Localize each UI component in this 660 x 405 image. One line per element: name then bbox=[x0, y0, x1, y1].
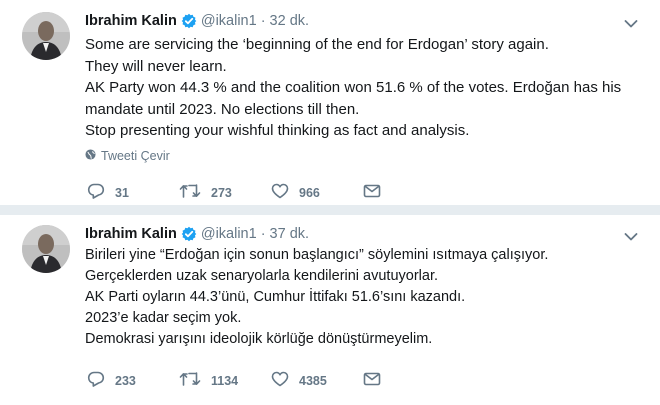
separator: · bbox=[260, 13, 266, 29]
tweet-line: Gerçeklerden uzak senaryolarla kendileri… bbox=[85, 268, 439, 284]
direct-message-icon bbox=[363, 372, 391, 389]
verified-badge-icon bbox=[181, 226, 197, 242]
tweet-actions: 31 273 966 bbox=[87, 183, 455, 202]
timestamp[interactable]: 37 dk. bbox=[270, 226, 310, 242]
reply-button[interactable]: 233 bbox=[87, 371, 179, 390]
tweet[interactable]: Ibrahim Kalin @ikalin1 · 32 dk. Some are… bbox=[0, 0, 660, 206]
separator: · bbox=[260, 226, 266, 242]
tweet-line: mandate until 2023. No elections till th… bbox=[85, 100, 360, 118]
tweet-line: AK Parti oyların 44.3’ünü, Cumhur İttifa… bbox=[85, 289, 466, 305]
retweet-icon bbox=[179, 371, 211, 390]
retweet-count: 1134 bbox=[211, 373, 239, 388]
like-button[interactable]: 4385 bbox=[271, 371, 363, 390]
like-icon bbox=[271, 371, 299, 390]
like-count: 4385 bbox=[299, 373, 327, 388]
tweet-line: 2023’e kadar seçim yok. bbox=[85, 310, 242, 326]
avatar[interactable] bbox=[22, 225, 70, 273]
timeline-divider bbox=[0, 205, 660, 214]
reply-count: 233 bbox=[115, 373, 136, 388]
avatar[interactable] bbox=[22, 12, 70, 60]
reply-icon bbox=[87, 183, 115, 202]
direct-message-button[interactable] bbox=[363, 184, 455, 201]
tweet-header: Ibrahim Kalin @ikalin1 · 37 dk. bbox=[85, 224, 309, 244]
retweet-icon bbox=[179, 183, 211, 202]
tweet-line: Some are servicing the ‘beginning of the… bbox=[85, 36, 549, 53]
retweet-button[interactable]: 273 bbox=[179, 183, 271, 202]
direct-message-button[interactable] bbox=[363, 372, 455, 389]
direct-message-icon bbox=[363, 184, 391, 201]
translate-tweet-link[interactable]: Tweeti Çevir bbox=[85, 149, 170, 163]
chevron-down-icon[interactable] bbox=[624, 229, 638, 241]
tweet[interactable]: Ibrahim Kalin @ikalin1 · 37 dk. Birileri… bbox=[0, 214, 660, 405]
like-icon bbox=[271, 183, 299, 202]
retweet-button[interactable]: 1134 bbox=[179, 371, 271, 390]
tweet-text: Some are servicing the ‘beginning of the… bbox=[85, 34, 640, 142]
verified-badge-icon bbox=[181, 13, 197, 29]
tweet-line: Stop presenting your wishful thinking as… bbox=[85, 122, 470, 139]
tweet-line: They will never learn. bbox=[85, 57, 227, 75]
author-handle[interactable]: @ikalin1 bbox=[201, 226, 257, 242]
author-name[interactable]: Ibrahim Kalin bbox=[85, 226, 177, 242]
tweet-line: AK Party won 44.3 % and the coalition wo… bbox=[85, 79, 622, 96]
translate-label: Tweeti Çevir bbox=[101, 149, 170, 163]
reply-count: 31 bbox=[115, 185, 129, 200]
tweet-line: Demokrasi yarışını ideolojik körlüğe dön… bbox=[85, 331, 433, 347]
chevron-down-icon[interactable] bbox=[624, 16, 638, 28]
tweet-actions: 233 1134 4385 bbox=[87, 371, 455, 390]
retweet-count: 273 bbox=[211, 185, 232, 200]
reply-button[interactable]: 31 bbox=[87, 183, 179, 202]
author-handle[interactable]: @ikalin1 bbox=[201, 13, 257, 29]
globe-icon bbox=[85, 149, 96, 163]
like-button[interactable]: 966 bbox=[271, 183, 363, 202]
author-name[interactable]: Ibrahim Kalin bbox=[85, 13, 177, 29]
tweet-line: Birileri yine “Erdoğan için sonun başlan… bbox=[85, 247, 549, 263]
tweet-text: Birileri yine “Erdoğan için sonun başlan… bbox=[85, 245, 640, 350]
like-count: 966 bbox=[299, 185, 320, 200]
timestamp[interactable]: 32 dk. bbox=[270, 13, 310, 29]
tweet-header: Ibrahim Kalin @ikalin1 · 32 dk. bbox=[85, 11, 309, 31]
reply-icon bbox=[87, 371, 115, 390]
